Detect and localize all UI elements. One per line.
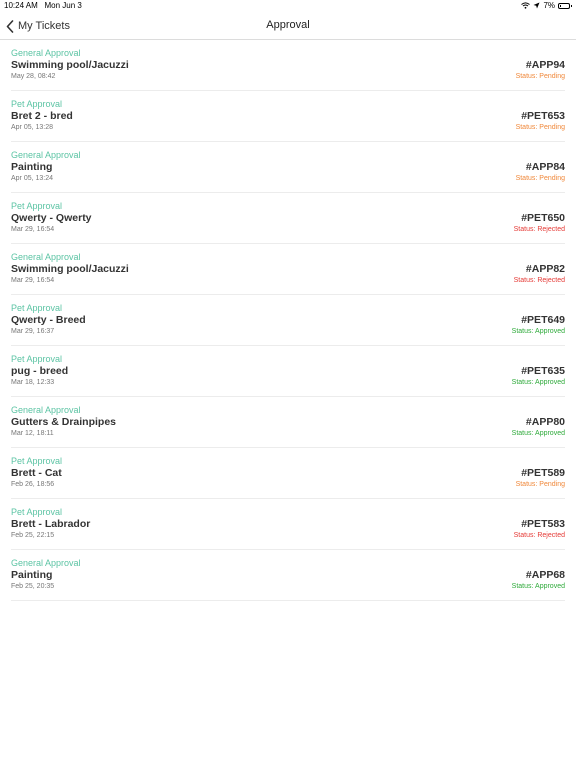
- ticket-title: Swimming pool/Jacuzzi: [11, 263, 129, 275]
- ticket-date: Apr 05, 13:28: [11, 124, 54, 131]
- ticket-date: Mar 29, 16:37: [11, 328, 55, 335]
- ticket-row[interactable]: General Approval Gutters & Drainpipes Mar …: [11, 397, 565, 448]
- ticket-title: Swimming pool/Jacuzzi: [11, 59, 129, 71]
- ticket-status: Status: Rejected: [513, 532, 565, 539]
- ticket-date: Apr 05, 13:24: [11, 175, 54, 182]
- ticket-status: Status: Approved: [511, 328, 565, 335]
- ticket-id: #APP84: [525, 161, 565, 173]
- ticket-row[interactable]: General Approval Painting Apr 05, 13:24 #AP…: [11, 142, 565, 193]
- ticket-category: General Approval: [11, 150, 81, 160]
- page-title: Approval: [266, 19, 310, 31]
- ticket-category: General Approval: [11, 405, 81, 415]
- status-bar: 10:24 AM Mon Jun 3 7%: [0, 0, 576, 12]
- ticket-row[interactable]: General Approval Swimming pool/Jacuzzi Mar…: [11, 244, 565, 295]
- wifi-icon: [521, 2, 531, 9]
- battery-icon: [558, 2, 572, 9]
- ticket-category: General Approval: [11, 558, 81, 568]
- ticket-category: Pet Approval: [11, 303, 63, 313]
- ticket-date: Mar 29, 16:54: [11, 277, 55, 284]
- ticket-status: Status: Pending: [515, 175, 565, 182]
- ticket-title: Gutters & Drainpipes: [11, 416, 117, 428]
- ticket-category: Pet Approval: [11, 201, 63, 211]
- ticket-status: Status: Approved: [511, 583, 565, 590]
- ticket-status: Status: Rejected: [513, 277, 565, 284]
- ticket-status: Status: Pending: [515, 481, 565, 488]
- ticket-row[interactable]: Pet Approval Brett - Labrador Feb 25, 22:1…: [11, 499, 565, 550]
- ticket-date: May 28, 08:42: [11, 73, 56, 80]
- ticket-id: #PET583: [521, 518, 565, 530]
- ticket-date: Mar 29, 16:54: [11, 226, 55, 233]
- ticket-id: #APP68: [525, 569, 565, 581]
- ticket-list: General Approval Swimming pool/Jacuzzi May…: [0, 40, 576, 601]
- ticket-id: #APP82: [525, 263, 565, 275]
- ticket-title: Bret 2 - bred: [11, 110, 73, 122]
- ticket-id: #PET649: [521, 314, 565, 326]
- ticket-row[interactable]: Pet Approval pug - breed Mar 18, 12:33 #PET…: [11, 346, 565, 397]
- ticket-row[interactable]: General Approval Swimming pool/Jacuzzi May…: [11, 40, 565, 91]
- ticket-row[interactable]: Pet Approval Bret 2 - bred Apr 05, 13:28 #P…: [11, 91, 565, 142]
- ticket-id: #PET635: [521, 365, 565, 377]
- battery-percent: 7%: [543, 1, 555, 10]
- ticket-row[interactable]: Pet Approval Qwerty - Breed Mar 29, 16:37 #…: [11, 295, 565, 346]
- ticket-row[interactable]: General Approval Painting Feb 25, 20:35 #AP…: [11, 550, 565, 601]
- ticket-date: Feb 25, 20:35: [11, 583, 55, 590]
- status-time: 10:24 AM: [4, 1, 38, 10]
- status-bar-indicators: 7%: [521, 1, 572, 10]
- ticket-id: #PET589: [521, 467, 565, 479]
- ticket-date: Mar 18, 12:33: [11, 379, 55, 386]
- location-arrow-icon: [533, 2, 540, 9]
- ticket-date: Feb 25, 22:15: [11, 532, 55, 539]
- ticket-title: Brett - Labrador: [11, 518, 91, 530]
- ticket-status: Status: Rejected: [513, 226, 565, 233]
- ticket-title: Brett - Cat: [11, 467, 62, 479]
- ticket-category: General Approval: [11, 48, 81, 58]
- ticket-title: Qwerty - Qwerty: [11, 212, 92, 224]
- ticket-status: Status: Approved: [511, 430, 565, 437]
- ticket-category: Pet Approval: [11, 99, 63, 109]
- ticket-row[interactable]: Pet Approval Qwerty - Qwerty Mar 29, 16:54…: [11, 193, 565, 244]
- status-date: Mon Jun 3: [44, 1, 82, 10]
- ticket-title: Painting: [11, 569, 53, 581]
- ticket-id: #PET650: [521, 212, 565, 224]
- ticket-status: Status: Pending: [515, 124, 565, 131]
- navigation-bar: My Tickets Approval: [0, 12, 576, 40]
- ticket-date: Mar 12, 18:11: [11, 430, 54, 437]
- ticket-category: General Approval: [11, 252, 81, 262]
- ticket-row[interactable]: Pet Approval Brett - Cat Feb 26, 18:56 #PET…: [11, 448, 565, 499]
- ticket-title: Qwerty - Breed: [11, 314, 86, 326]
- ticket-status: Status: Pending: [515, 73, 565, 80]
- ticket-category: Pet Approval: [11, 354, 63, 364]
- ticket-title: Painting: [11, 161, 53, 173]
- ticket-id: #APP80: [525, 416, 565, 428]
- status-bar-clock: 10:24 AM Mon Jun 3: [4, 1, 82, 10]
- ticket-status: Status: Approved: [511, 379, 565, 386]
- ticket-category: Pet Approval: [11, 456, 63, 466]
- ticket-date: Feb 26, 18:56: [11, 481, 55, 488]
- ticket-category: Pet Approval: [11, 507, 63, 517]
- ticket-id: #PET653: [521, 110, 565, 122]
- ticket-id: #APP94: [525, 59, 565, 71]
- battery-level-fill: [560, 4, 561, 7]
- ticket-title: pug - breed: [11, 365, 69, 377]
